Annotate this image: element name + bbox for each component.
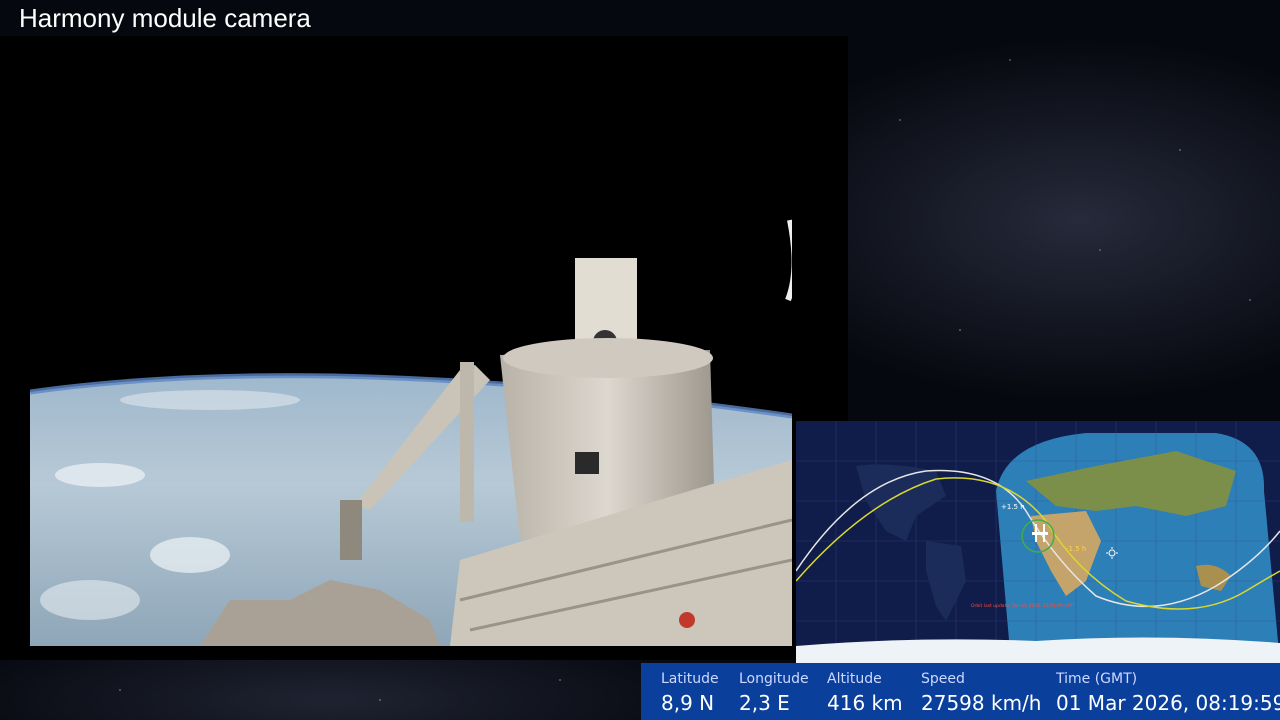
iss-ground-track-map[interactable]: +1.5 h -1.5 h Orbit last update: 28 Feb … — [796, 421, 1280, 663]
camera-feed[interactable] — [30, 80, 792, 646]
latitude-label: Latitude — [661, 671, 719, 687]
altitude-value: 416 km — [827, 691, 903, 715]
longitude-value: 2,3 E — [739, 691, 790, 715]
orbit-marker-plus: +1.5 h — [1001, 503, 1025, 511]
world-map: +1.5 h -1.5 h Orbit last update: 28 Feb … — [796, 421, 1280, 663]
time-label: Time (GMT) — [1056, 671, 1138, 687]
camera-panel — [0, 36, 848, 660]
orbit-marker-minus: -1.5 h — [1066, 545, 1086, 553]
time-value: 01 Mar 2026, 08:19:59 — [1056, 691, 1280, 715]
speed-label: Speed — [921, 671, 965, 687]
telemetry-bar: Latitude 8,9 N Longitude 2,3 E Altitude … — [641, 663, 1280, 720]
map-footer-note: Orbit last update: 28 Feb 2026, 13:01:09… — [971, 603, 1075, 609]
video-title: Harmony module camera — [19, 3, 311, 33]
latitude-value: 8,9 N — [661, 691, 715, 715]
altitude-label: Altitude — [827, 671, 882, 687]
camera-feed-image — [30, 80, 792, 646]
speed-value: 27598 km/h — [921, 691, 1042, 715]
longitude-label: Longitude — [739, 671, 809, 687]
